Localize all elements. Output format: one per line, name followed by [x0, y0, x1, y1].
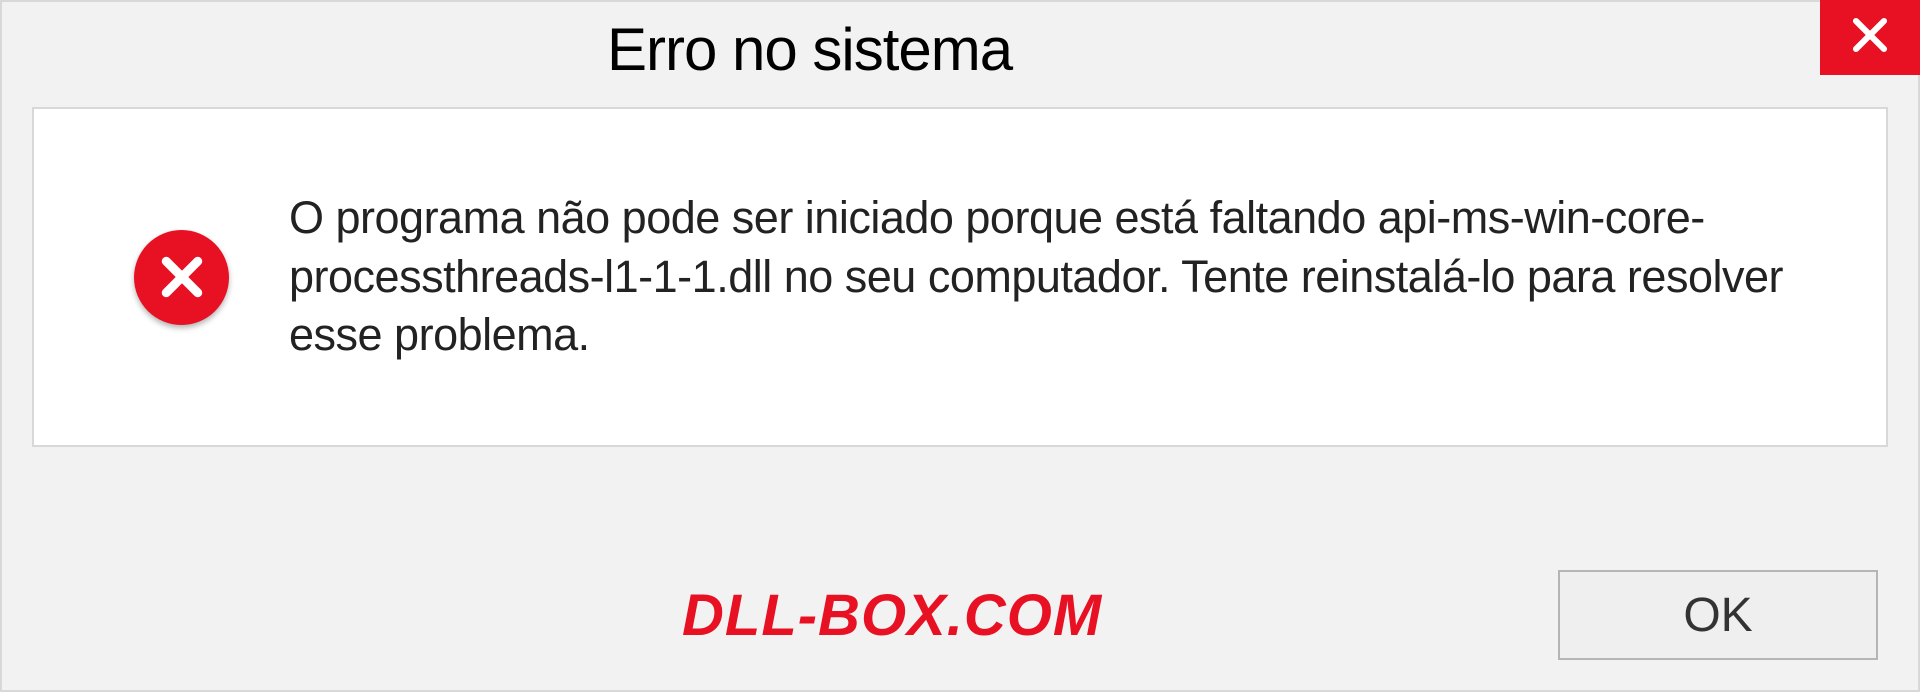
- close-button[interactable]: [1820, 0, 1920, 75]
- watermark-text: DLL-BOX.COM: [682, 582, 1102, 649]
- dialog-content: O programa não pode ser iniciado porque …: [32, 107, 1888, 447]
- close-icon: [1849, 14, 1891, 61]
- ok-button[interactable]: OK: [1558, 570, 1878, 660]
- dialog-footer: DLL-BOX.COM OK: [2, 570, 1918, 660]
- error-icon: [134, 230, 229, 325]
- error-message: O programa não pode ser iniciado porque …: [289, 189, 1806, 365]
- titlebar: Erro no sistema: [2, 2, 1918, 97]
- ok-button-label: OK: [1683, 588, 1752, 643]
- window-title: Erro no sistema: [607, 15, 1012, 84]
